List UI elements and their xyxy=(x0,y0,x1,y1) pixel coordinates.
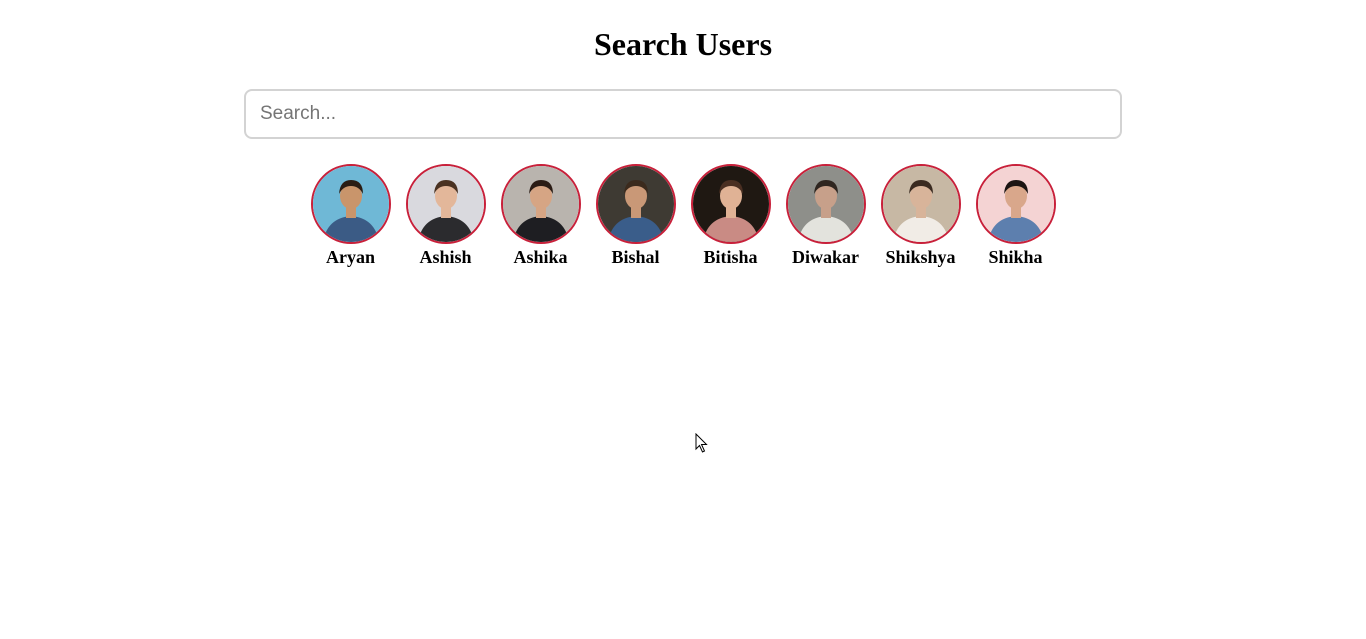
user-item[interactable]: Shikha xyxy=(968,164,1063,268)
user-avatar[interactable] xyxy=(975,164,1056,244)
user-item[interactable]: Ashika xyxy=(493,164,588,268)
user-item[interactable]: Bishal xyxy=(588,164,683,268)
avatar-photo-icon xyxy=(977,166,1054,242)
avatar-photo-icon xyxy=(597,166,674,242)
user-name: Bishal xyxy=(611,247,660,267)
avatar-photo-icon xyxy=(692,166,769,242)
avatar-photo-icon xyxy=(312,166,389,242)
user-avatar[interactable] xyxy=(310,164,391,244)
search-container xyxy=(244,89,1122,139)
user-item[interactable]: Ashish xyxy=(398,164,493,268)
user-item[interactable]: Diwakar xyxy=(778,164,873,268)
user-name: Shikha xyxy=(988,247,1043,267)
users-list: Aryan Ashish Ashika Bishal Bitisha Diwakar Shi… xyxy=(303,164,1063,268)
avatar-photo-icon xyxy=(502,166,579,242)
user-name: Diwakar xyxy=(792,247,859,267)
mouse-cursor-icon xyxy=(695,433,708,453)
user-avatar[interactable] xyxy=(595,164,676,244)
user-avatar[interactable] xyxy=(880,164,961,244)
avatar-photo-icon xyxy=(882,166,959,242)
user-avatar[interactable] xyxy=(785,164,866,244)
avatar-photo-icon xyxy=(787,166,864,242)
user-name: Aryan xyxy=(326,247,375,267)
user-avatar[interactable] xyxy=(405,164,486,244)
user-item[interactable]: Shikshya xyxy=(873,164,968,268)
user-avatar[interactable] xyxy=(500,164,581,244)
user-name: Ashika xyxy=(513,247,568,267)
user-item[interactable]: Aryan xyxy=(303,164,398,268)
user-name: Ashish xyxy=(419,247,472,267)
page-title: Search Users xyxy=(593,26,773,62)
user-name: Bitisha xyxy=(703,247,758,267)
avatar-photo-icon xyxy=(407,166,484,242)
user-avatar[interactable] xyxy=(690,164,771,244)
user-item[interactable]: Bitisha xyxy=(683,164,778,268)
search-input[interactable] xyxy=(244,89,1122,139)
user-name: Shikshya xyxy=(885,247,956,267)
